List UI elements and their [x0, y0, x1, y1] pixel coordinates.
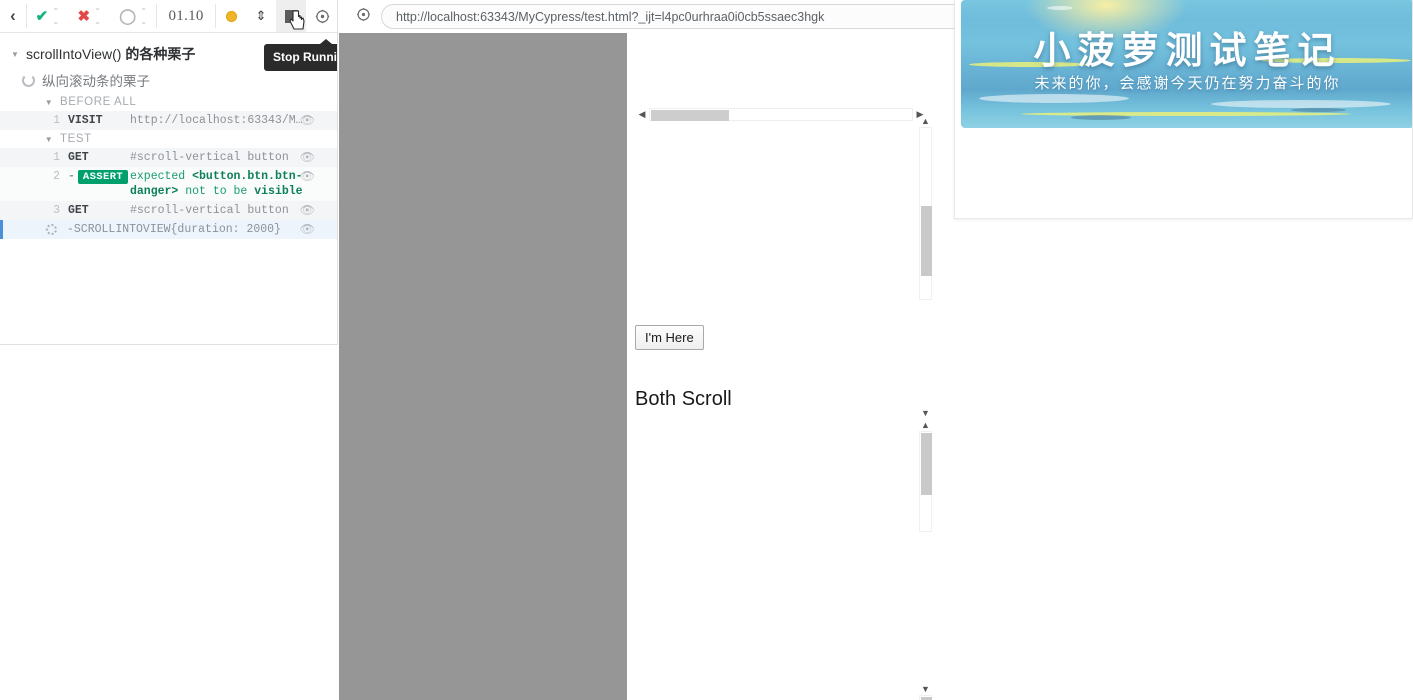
crosshair-icon: [315, 9, 329, 23]
stat-passed: ✔ --: [27, 2, 69, 30]
back-to-tests-button[interactable]: ‹: [0, 0, 26, 32]
banner-image: 小菠萝测试笔记 未来的你，会感谢今天仍在努力奋斗的你: [961, 0, 1412, 128]
active-command-name: SCROLLINTOVIEW: [73, 223, 171, 236]
scroll-up-arrow-icon[interactable]: ▲: [921, 419, 930, 431]
dot-icon: [225, 10, 237, 22]
vertical-scrollbar-bottom[interactable]: ▼ ▲: [917, 407, 934, 532]
tooltip-label: Stop Running: [273, 50, 337, 64]
command-name: GET: [68, 151, 89, 164]
command-row-active[interactable]: -SCROLLINTOVIEW{duration: 2000} 👁: [0, 220, 337, 239]
test-title: 纵向滚动条的栗子: [42, 74, 150, 89]
command-number: 3: [53, 204, 60, 217]
banner-subtitle: 未来的你，会感谢今天仍在努力奋斗的你: [1034, 74, 1341, 92]
pending-status-button[interactable]: [216, 0, 246, 32]
eye-off-icon[interactable]: 👁: [300, 170, 315, 185]
im-here-button[interactable]: I'm Here: [635, 325, 704, 350]
scrollbar-track[interactable]: [919, 127, 932, 300]
stat-pending: ◯ --: [110, 2, 156, 30]
spinner-icon: [22, 73, 35, 87]
command-name-assert: - ASSERT: [68, 169, 130, 185]
x-icon: ✖: [77, 7, 91, 25]
check-icon: ✔: [35, 7, 49, 25]
assert-badge: ASSERT: [77, 170, 129, 184]
command-row[interactable]: 1 VISIT http://localhost:63343/M… 👁: [0, 111, 337, 130]
banner-card: 小菠萝测试笔记 未来的你，会感谢今天仍在努力奋斗的你: [954, 0, 1413, 219]
scroll-down-arrow-icon[interactable]: ▼: [921, 407, 930, 419]
selector-playground-button[interactable]: [307, 0, 337, 32]
stop-running-tooltip: Stop Running S: [264, 39, 337, 71]
stop-square-icon: [284, 9, 298, 23]
reporter-controls: ⇕: [216, 0, 337, 32]
vertical-scrollbar-corner[interactable]: ▼: [917, 683, 934, 700]
command-row-assert[interactable]: 2 - ASSERT expected <button.btn.btn-dange…: [0, 167, 337, 201]
stat-passed-value: --: [52, 2, 60, 30]
test-stats: ✔ -- ✖ -- ◯ --: [27, 0, 157, 32]
auto-scroll-toggle-button[interactable]: ⇕: [246, 0, 276, 32]
spinner-icon: [46, 224, 57, 235]
hook-label: BEFORE ALL: [60, 96, 137, 108]
command-message: -SCROLLINTOVIEW{duration: 2000}: [67, 222, 337, 237]
hook-test[interactable]: ▼ TEST: [0, 130, 337, 148]
command-name: GET: [68, 204, 89, 217]
eye-off-icon[interactable]: 👁: [300, 223, 315, 238]
cypress-test-runner: ‹ ✔ -- ✖ -- ◯ -- 01.10 ⇕ ▼ scrollIntoVie…: [0, 0, 1413, 700]
suite-title: scrollIntoView() 的各种栗子: [26, 44, 195, 64]
stat-pending-value: --: [140, 2, 148, 30]
active-command-args: {duration: 2000}: [170, 223, 281, 236]
banner-body: [961, 131, 1410, 214]
circle-icon: ◯: [119, 7, 137, 25]
crosshair-icon[interactable]: [356, 7, 371, 26]
aut-backdrop: [339, 33, 627, 700]
both-scroll-heading: Both Scroll: [635, 388, 732, 410]
assert-dash: -: [68, 170, 75, 183]
scrollbar-track[interactable]: [919, 695, 932, 700]
assert-state: visible: [254, 185, 303, 198]
suite-title-zh: 的各种栗子: [121, 46, 196, 62]
horizontal-scrollbar-top[interactable]: ◀ ▶: [635, 106, 935, 123]
chevron-down-icon: ▼: [44, 134, 54, 144]
chevron-down-icon: ▼: [44, 97, 54, 107]
vertical-scrollbar-top[interactable]: ▲: [917, 115, 934, 300]
command-number: 1: [53, 151, 60, 164]
hook-before-all[interactable]: ▼ BEFORE ALL: [0, 93, 337, 111]
stat-failed: ✖ --: [68, 2, 110, 30]
scrollbar-thumb[interactable]: [651, 110, 729, 121]
scroll-up-arrow-icon[interactable]: ▲: [921, 115, 930, 127]
suite-title-en: scrollIntoView(): [26, 46, 122, 62]
active-dash: -: [67, 223, 74, 236]
eye-off-icon[interactable]: 👁: [300, 151, 315, 166]
stat-failed-value: --: [94, 2, 102, 30]
chevron-down-icon: ▼: [11, 49, 19, 59]
command-row[interactable]: 1 GET #scroll-vertical button 👁: [0, 148, 337, 167]
command-number: 2: [53, 170, 60, 183]
reporter-panel: ‹ ✔ -- ✖ -- ◯ -- 01.10 ⇕ ▼ scrollIntoVie…: [0, 0, 338, 345]
assert-mid: not to be: [178, 185, 255, 198]
eye-off-icon[interactable]: 👁: [300, 114, 315, 129]
scrollbar-thumb[interactable]: [921, 206, 932, 276]
scrollbar-track[interactable]: [649, 108, 913, 121]
command-name: VISIT: [68, 114, 103, 127]
scroll-left-arrow-icon[interactable]: ◀: [635, 109, 649, 120]
eye-off-icon[interactable]: 👁: [300, 204, 315, 219]
banner-title: 小菠萝测试笔记: [1033, 28, 1342, 72]
reporter-header: ‹ ✔ -- ✖ -- ◯ -- 01.10 ⇕: [0, 0, 337, 33]
scrollbar-thumb[interactable]: [921, 433, 932, 495]
assert-prefix: expected: [130, 170, 193, 183]
scroll-down-arrow-icon[interactable]: ▼: [921, 683, 930, 695]
scrollbar-track[interactable]: [919, 431, 932, 532]
elapsed-timer: 01.10: [168, 7, 204, 24]
hook-label: TEST: [60, 133, 92, 145]
command-row[interactable]: 3 GET #scroll-vertical button 👁: [0, 201, 337, 220]
stop-running-button[interactable]: [276, 0, 306, 32]
up-down-arrow-icon: ⇕: [255, 8, 267, 23]
command-number: 1: [53, 114, 60, 127]
